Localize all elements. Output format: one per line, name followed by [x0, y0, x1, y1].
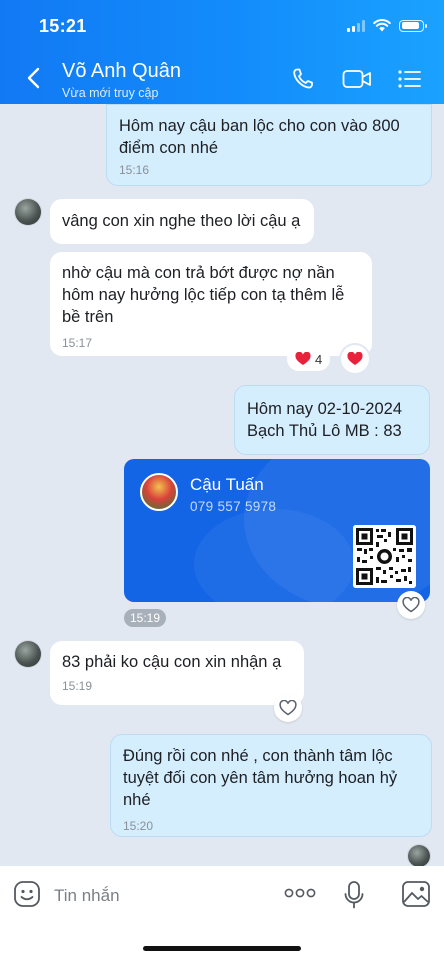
message-bubble-incoming[interactable]: vâng con xin nghe theo lời cậu ạ: [50, 199, 314, 244]
reaction-count-value: 4: [315, 351, 323, 367]
message-text: nhờ cậu mà con trả bớt được nợ nần hôm n…: [62, 264, 345, 326]
phone-call-icon[interactable]: [290, 66, 318, 92]
message-bubble-incoming[interactable]: 83 phải ko cậu con xin nhận ạ 15:19: [50, 641, 304, 705]
message-text: 83 phải ko cậu con xin nhận ạ: [62, 653, 282, 671]
reaction-count[interactable]: 4: [287, 347, 331, 371]
status-icons: [347, 19, 427, 32]
message-time: 15:16: [119, 163, 150, 177]
battery-icon: [399, 19, 427, 32]
card-avatar: [140, 473, 178, 511]
react-button[interactable]: [274, 694, 302, 722]
message-bubble-outgoing[interactable]: Hôm nay cậu ban lộc cho con vào 800 điểm…: [106, 104, 432, 186]
message-bubble-outgoing[interactable]: Đúng rồi con nhé , con thành tâm lộc tuy…: [110, 734, 432, 837]
message-text-line: Bạch Thủ Lô MB : 83: [247, 422, 402, 440]
sender-avatar[interactable]: [15, 199, 41, 225]
message-text-line: Hôm nay 02-10-2024: [247, 400, 403, 418]
video-call-icon[interactable]: [341, 66, 373, 92]
card-contact-phone: 079 557 5978: [190, 499, 277, 514]
contact-card[interactable]: Cậu Tuấn 079 557 5978: [124, 459, 430, 602]
heart-outline-icon: [402, 597, 420, 613]
message-time: 15:19: [124, 609, 167, 627]
image-gallery-icon[interactable]: [401, 880, 431, 908]
sticker-icon[interactable]: [13, 880, 41, 908]
microphone-icon[interactable]: [343, 880, 365, 910]
sender-avatar[interactable]: [15, 641, 41, 667]
message-bubble-outgoing[interactable]: Hôm nay 02-10-2024 Bạch Thủ Lô MB : 83: [234, 385, 430, 455]
heart-outline-icon: [279, 700, 297, 716]
react-button[interactable]: [397, 591, 425, 619]
wifi-icon: [373, 19, 391, 32]
signal-icon: [347, 19, 365, 32]
message-time: 15:20: [123, 819, 154, 833]
heart-reaction-icon: [295, 352, 311, 365]
message-list[interactable]: Hôm nay cậu ban lộc cho con vào 800 điểm…: [0, 104, 444, 866]
card-contact-name: Cậu Tuấn: [190, 475, 264, 494]
back-arrow-icon[interactable]: [22, 64, 48, 92]
qr-code[interactable]: [353, 525, 416, 588]
message-composer: Tin nhắn: [0, 866, 444, 960]
home-indicator: [143, 946, 301, 951]
heart-icon: [347, 352, 363, 365]
status-time: 15:21: [39, 16, 87, 36]
react-button[interactable]: [341, 345, 369, 373]
more-options-icon[interactable]: [284, 886, 316, 900]
seen-avatar: [408, 845, 430, 866]
contact-status: Vừa mới truy cập: [62, 86, 159, 100]
message-text: Hôm nay cậu ban lộc cho con vào 800 điểm…: [119, 117, 400, 157]
menu-list-icon[interactable]: [396, 66, 424, 92]
message-time: 15:19: [62, 679, 93, 693]
message-bubble-incoming[interactable]: nhờ cậu mà con trả bớt được nợ nần hôm n…: [50, 252, 372, 356]
chat-header: 15:21 Võ Anh Quân Vừa mới truy cập: [0, 0, 444, 104]
contact-name[interactable]: Võ Anh Quân: [62, 60, 181, 83]
message-input[interactable]: Tin nhắn: [54, 886, 120, 906]
message-text: vâng con xin nghe theo lời cậu ạ: [62, 212, 301, 230]
message-text: Đúng rồi con nhé , con thành tâm lộc tuy…: [123, 747, 398, 809]
